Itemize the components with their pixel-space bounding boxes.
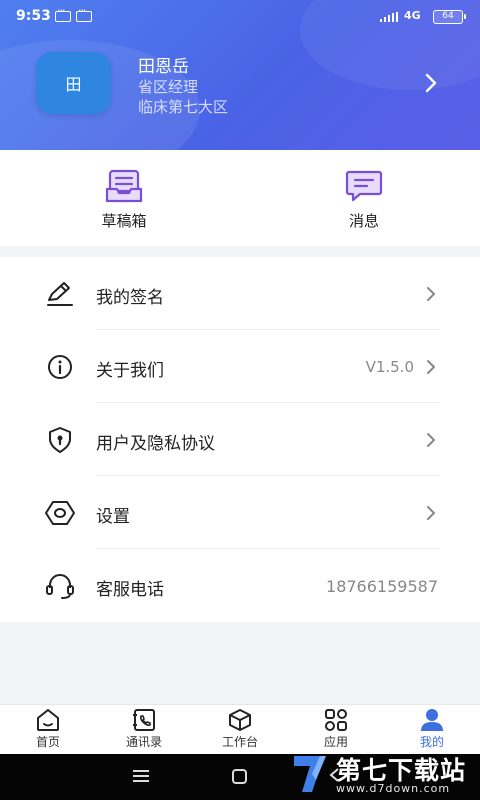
signature-pen-icon — [47, 282, 73, 306]
site-logo-icon — [294, 756, 326, 792]
drafts-button[interactable]: 草稿箱 — [74, 168, 174, 231]
signal-strength-icon — [380, 12, 398, 22]
avatar[interactable]: 田 — [36, 52, 111, 114]
tab-label: 通讯录 — [125, 735, 162, 749]
avatar-text: 田 — [65, 75, 82, 94]
home-square-icon[interactable] — [232, 769, 247, 784]
menu-row-customer-service[interactable]: 客服电话 18766159587 — [0, 549, 480, 622]
watermark: 第七下载站 www.d7down.com — [286, 748, 480, 800]
menu-label: 我的签名 — [96, 288, 164, 308]
bottom-tab-bar: 首页 通讯录 工作台 应用 我的 — [0, 704, 480, 754]
chevron-right-icon — [427, 506, 435, 520]
settings-menu: 我的签名 关于我们 V1.5.0 用户及隐私协议 设置 客服电话 1876615… — [0, 257, 480, 622]
battery-icon: 64 — [433, 10, 466, 24]
version-value: V1.5.0 — [365, 358, 414, 376]
workbench-box-icon — [229, 709, 251, 731]
messages-button[interactable]: 消息 — [314, 168, 414, 231]
message-icon — [345, 170, 383, 202]
drafts-tray-icon — [105, 169, 143, 203]
contacts-icon — [133, 709, 155, 731]
recent-apps-icon[interactable] — [133, 770, 149, 782]
tab-mine[interactable]: 我的 — [384, 708, 480, 750]
headset-icon — [46, 574, 74, 599]
menu-label: 用户及隐私协议 — [96, 434, 215, 454]
quick-actions: 草稿箱 消息 — [0, 150, 480, 246]
phone-number[interactable]: 18766159587 — [326, 577, 438, 596]
menu-row-signature[interactable]: 我的签名 — [0, 257, 480, 330]
tab-label: 首页 — [35, 735, 60, 749]
settings-hexagon-icon — [45, 501, 75, 525]
menu-row-about[interactable]: 关于我们 V1.5.0 — [0, 330, 480, 403]
menu-label: 关于我们 — [96, 361, 164, 381]
tab-label: 工作台 — [221, 735, 258, 749]
tab-workbench[interactable]: 工作台 — [192, 708, 288, 750]
menu-label: 客服电话 — [96, 580, 164, 600]
user-department: 临床第七大区 — [138, 98, 229, 116]
shield-lock-icon — [49, 427, 71, 453]
menu-label: 设置 — [96, 507, 130, 527]
home-icon — [37, 709, 59, 731]
tab-contacts[interactable]: 通讯录 — [96, 708, 192, 750]
drafts-label: 草稿箱 — [101, 212, 147, 230]
menu-row-privacy[interactable]: 用户及隐私协议 — [0, 403, 480, 476]
menu-row-settings[interactable]: 设置 — [0, 476, 480, 549]
messages-label: 消息 — [348, 212, 379, 230]
user-role: 省区经理 — [138, 78, 199, 96]
status-time: 9:53 — [16, 8, 51, 24]
status-bar: 9:53 4G 64 — [0, 0, 480, 34]
watermark-url: www.d7down.com — [336, 782, 451, 795]
sms-notification-icon — [55, 4, 71, 22]
network-type: 4G — [404, 9, 421, 22]
tab-home[interactable]: 首页 — [0, 708, 96, 750]
chevron-right-icon — [427, 287, 435, 301]
user-name: 田恩岳 — [138, 57, 189, 77]
apps-grid-icon — [325, 709, 347, 731]
user-icon — [421, 709, 443, 731]
profile-header[interactable]: 9:53 4G 64 田 田恩岳 省区经理 临床第七大区 — [0, 0, 480, 150]
info-icon — [48, 355, 72, 379]
sms-notification-icon — [76, 4, 92, 22]
chevron-right-icon — [427, 433, 435, 447]
chevron-right-icon[interactable] — [420, 72, 442, 94]
chevron-right-icon — [427, 360, 435, 374]
tab-apps[interactable]: 应用 — [288, 708, 384, 750]
